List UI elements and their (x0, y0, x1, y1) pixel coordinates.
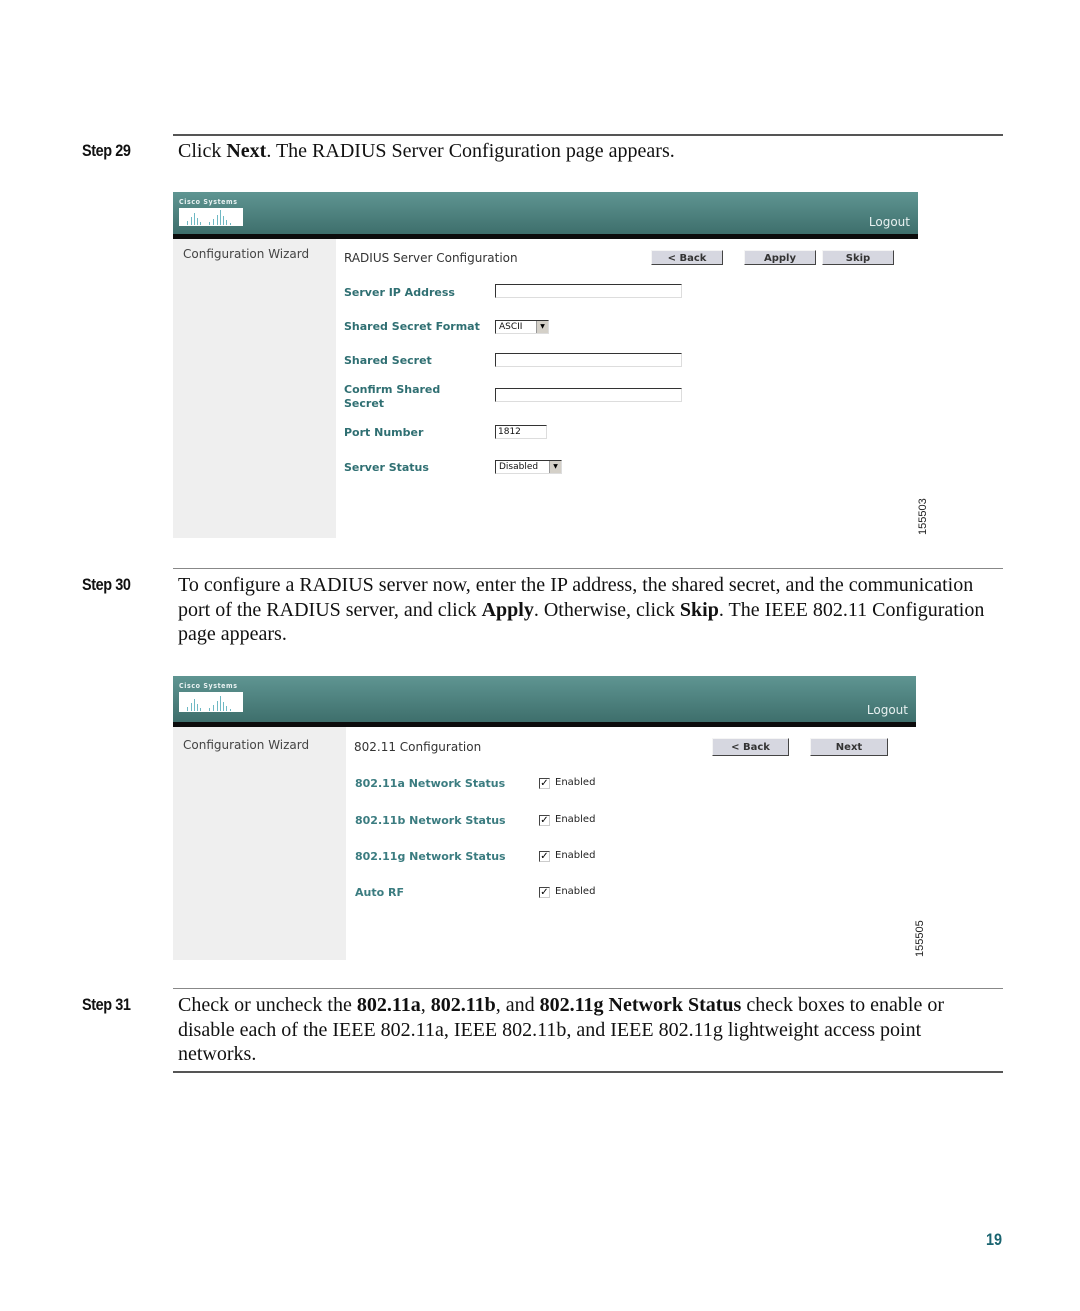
port-number-input[interactable]: 1812 (495, 425, 547, 439)
secret-format-label: Shared Secret Format (344, 320, 480, 333)
apply-button[interactable]: Apply (744, 250, 816, 265)
network-status-g-status: Enabled (555, 850, 596, 861)
network-status-a-checkbox[interactable]: ✓ (539, 778, 550, 789)
step-30-text: To configure a RADIUS server now, enter … (178, 574, 985, 645)
next-button[interactable]: Next (810, 738, 888, 756)
shared-secret-input[interactable] (495, 353, 682, 367)
header-banner: Cisco Systems Logout (173, 192, 918, 239)
cisco-logo: Cisco Systems (179, 682, 245, 712)
sidebar: Configuration Wizard (173, 239, 336, 538)
step-30-rule (173, 568, 1003, 569)
auto-rf-label: Auto RF (355, 886, 404, 899)
server-status-label: Server Status (344, 461, 429, 474)
sidebar-title: Configuration Wizard (183, 247, 310, 261)
radius-config-screenshot: Cisco Systems Logout Configuration Wizar… (173, 192, 918, 538)
logout-link[interactable]: Logout (867, 703, 908, 717)
sidebar-title: Configuration Wizard (183, 738, 310, 752)
server-status-value: Disabled (499, 462, 539, 472)
figure-id: 155503 (917, 498, 929, 535)
network-status-g-checkbox[interactable]: ✓ (539, 851, 550, 862)
server-status-select[interactable]: Disabled ▼ (495, 460, 562, 474)
network-status-g-label: 802.11g Network Status (355, 850, 506, 863)
auto-rf-status: Enabled (555, 886, 596, 897)
step-31-text: Check or uncheck the 802.11a, 802.11b, a… (178, 994, 945, 1065)
step-29-rule (173, 134, 1003, 136)
shared-secret-label: Shared Secret (344, 354, 432, 367)
header-banner: Cisco Systems Logout (173, 676, 916, 727)
back-button[interactable]: < Back (651, 250, 723, 265)
secret-format-value: ASCII (499, 322, 523, 332)
network-status-b-label: 802.11b Network Status (355, 814, 506, 827)
page-title: RADIUS Server Configuration (344, 251, 518, 265)
dropdown-arrow-icon: ▼ (549, 461, 561, 473)
server-ip-label: Server IP Address (344, 286, 455, 299)
step-29-label: Step 29 (82, 141, 131, 160)
back-button[interactable]: < Back (712, 738, 789, 756)
logout-link[interactable]: Logout (869, 215, 910, 229)
port-number-label: Port Number (344, 426, 424, 439)
auto-rf-checkbox[interactable]: ✓ (539, 887, 550, 898)
figure-id: 155505 (914, 920, 926, 957)
secret-format-select[interactable]: ASCII ▼ (495, 320, 549, 334)
confirm-secret-input[interactable] (495, 388, 682, 402)
sidebar: Configuration Wizard (173, 727, 346, 960)
network-status-a-status: Enabled (555, 777, 596, 788)
step-30-label: Step 30 (82, 575, 131, 594)
network-status-b-status: Enabled (555, 814, 596, 825)
logo-text: Cisco Systems (179, 682, 238, 690)
logo-bars-icon (179, 692, 243, 712)
server-ip-input[interactable] (495, 284, 682, 298)
logo-bars-icon (179, 208, 243, 226)
dropdown-arrow-icon: ▼ (536, 321, 548, 333)
logo-text: Cisco Systems (179, 198, 238, 206)
cisco-logo: Cisco Systems (179, 198, 245, 226)
skip-button[interactable]: Skip (822, 250, 894, 265)
confirm-secret-label: Confirm Shared Secret (344, 383, 441, 410)
step-31-label: Step 31 (82, 995, 131, 1014)
ieee-config-screenshot: Cisco Systems Logout Configuration Wizar… (173, 676, 916, 960)
bottom-rule (173, 1071, 1003, 1073)
page-title: 802.11 Configuration (354, 740, 482, 754)
network-status-b-checkbox[interactable]: ✓ (539, 815, 550, 826)
step-29-text: Click Next. The RADIUS Server Configurat… (178, 140, 675, 162)
step-31-rule (173, 988, 1003, 989)
network-status-a-label: 802.11a Network Status (355, 777, 506, 790)
page-number: 19 (986, 1230, 1003, 1249)
